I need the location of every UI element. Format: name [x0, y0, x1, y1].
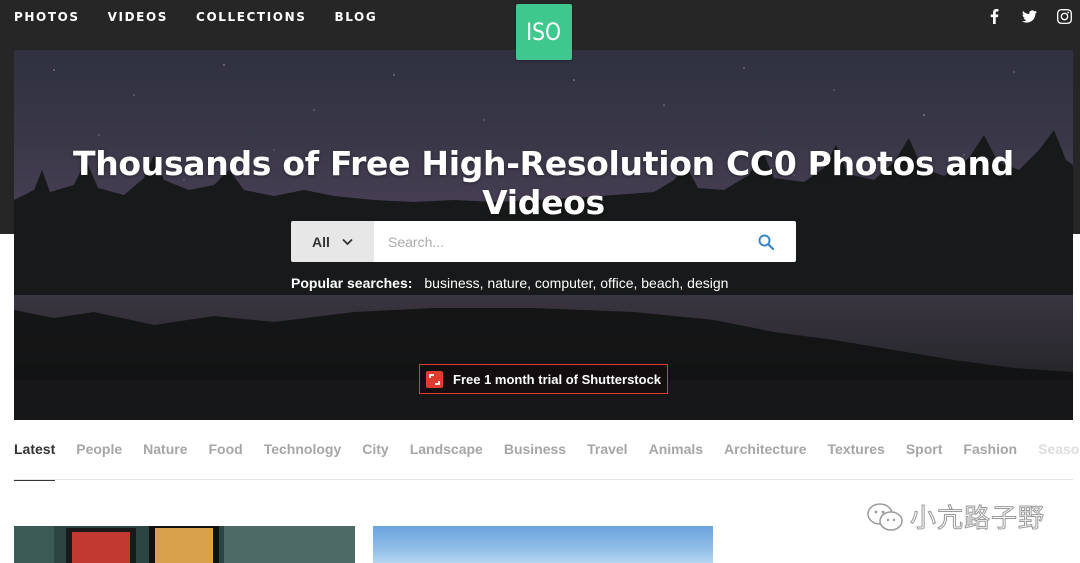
- nav-photos-link[interactable]: PHOTOS: [14, 10, 80, 24]
- tab-technology[interactable]: Technology: [264, 441, 342, 481]
- nav-links: PHOTOS VIDEOS COLLECTIONS BLOG: [14, 10, 377, 24]
- tab-sport[interactable]: Sport: [906, 441, 943, 481]
- tabs-divider: [14, 479, 1073, 480]
- wechat-icon: [867, 502, 903, 531]
- shutterstock-icon: [426, 370, 443, 388]
- promo-text: Free 1 month trial of Shutterstock: [453, 371, 662, 387]
- popular-search-terms[interactable]: business, nature, computer, office, beac…: [424, 275, 728, 291]
- tab-textures[interactable]: Textures: [828, 441, 885, 481]
- nav-blog-link[interactable]: BLOG: [334, 10, 377, 24]
- category-tabs: Latest People Nature Food Technology Cit…: [14, 441, 1080, 481]
- shutterstock-promo-button[interactable]: Free 1 month trial of Shutterstock: [419, 364, 668, 394]
- social-links: [987, 9, 1072, 24]
- top-navigation: PHOTOS VIDEOS COLLECTIONS BLOG ISO: [0, 0, 1080, 60]
- popular-searches-label: Popular searches:: [291, 275, 413, 291]
- tab-architecture[interactable]: Architecture: [724, 441, 806, 481]
- tab-latest[interactable]: Latest: [14, 441, 56, 481]
- search-icon: [758, 234, 774, 250]
- search-filter-label: All: [312, 233, 330, 250]
- hero-banner: Thousands of Free High-Resolution CC0 Ph…: [14, 50, 1073, 420]
- photo-thumbnail-image: [14, 526, 355, 563]
- facebook-icon[interactable]: [987, 9, 1002, 24]
- tab-city[interactable]: City: [362, 441, 388, 481]
- twitter-icon[interactable]: [1022, 9, 1037, 24]
- watermark: 小亢路子野: [866, 498, 1045, 535]
- tab-season[interactable]: Season: [1038, 441, 1080, 481]
- search-button[interactable]: [736, 221, 796, 262]
- watermark-text: 小亢路子野: [909, 504, 1046, 535]
- tab-food[interactable]: Food: [209, 441, 243, 481]
- tab-fashion[interactable]: Fashion: [963, 441, 1017, 481]
- popular-searches: Popular searches: business, nature, comp…: [291, 275, 728, 291]
- tab-landscape[interactable]: Landscape: [410, 441, 483, 481]
- instagram-icon[interactable]: [1057, 9, 1072, 24]
- nav-collections-link[interactable]: COLLECTIONS: [196, 10, 306, 24]
- tab-people[interactable]: People: [76, 441, 122, 481]
- tab-business[interactable]: Business: [504, 441, 566, 481]
- photo-thumbnail[interactable]: [14, 526, 355, 563]
- search-bar: All: [291, 221, 796, 262]
- site-logo[interactable]: ISO: [516, 4, 572, 60]
- nav-videos-link[interactable]: VIDEOS: [108, 10, 168, 24]
- chevron-down-icon: [342, 238, 353, 246]
- search-input[interactable]: [374, 221, 736, 262]
- logo-text: ISO: [526, 18, 562, 46]
- hero-title: Thousands of Free High-Resolution CC0 Ph…: [73, 144, 1014, 222]
- tab-animals[interactable]: Animals: [649, 441, 703, 481]
- search-filter-dropdown[interactable]: All: [291, 221, 374, 262]
- photo-thumbnail[interactable]: [373, 526, 713, 563]
- tab-nature[interactable]: Nature: [143, 441, 187, 481]
- tab-travel[interactable]: Travel: [587, 441, 627, 481]
